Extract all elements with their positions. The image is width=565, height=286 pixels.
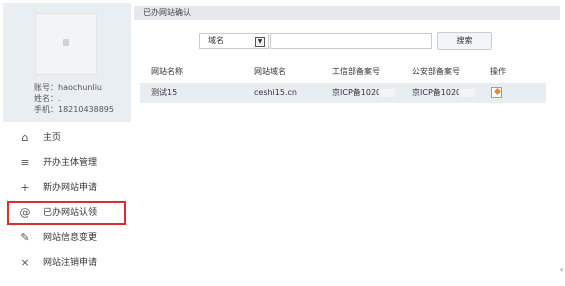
sidebar-item-label: 网站注销申请 (43, 258, 98, 268)
table-row: 测试15 ceshi15.cn 京ICP备1020 京ICP备1020 (140, 83, 546, 103)
sidebar-item-site-cancel[interactable]: × 网站注销申请 (8, 252, 132, 274)
col-miit-record: 工信部备案号 (332, 67, 380, 76)
sidebar-item-site-change[interactable]: ✎ 网站信息变更 (8, 227, 132, 249)
edit-icon: ✎ (20, 231, 30, 244)
redaction-mask (459, 88, 476, 97)
sidebar-item-label: 已办网站认领 (43, 208, 98, 218)
col-actions: 操作 (490, 67, 506, 76)
profile-phone: 手机：18210438895 (34, 105, 114, 114)
sites-table: 网站名称 网站域名 工信部备案号 公安部备案号 操作 测试15 ceshi15.… (140, 62, 546, 103)
col-site-name: 网站名称 (151, 67, 183, 76)
sidebar-menu: ⌂ 主页 ≡ 开办主体管理 + 新办网站申请 @ 已办网站认领 ✎ 网站信息变更… (7, 127, 132, 277)
sidebar-item-label: 主页 (43, 133, 62, 143)
sidebar-item-label: 开办主体管理 (43, 158, 98, 168)
search-button[interactable]: 搜索 (437, 32, 492, 50)
table-header: 网站名称 网站域名 工信部备案号 公安部备案号 操作 (140, 62, 546, 82)
sidebar-item-entity-management[interactable]: ≡ 开办主体管理 (8, 152, 132, 174)
sidebar-item-claim-site[interactable]: @ 已办网站认领 (7, 201, 126, 225)
dropdown-arrow-icon[interactable]: ▼ (255, 37, 265, 47)
profile-account: 账号：haochunliu (34, 83, 102, 92)
profile-card: 账号：haochunliu 姓名：. 手机：18210438895 (3, 3, 131, 122)
cell-site-name: 测试15 (151, 88, 178, 97)
close-icon: × (20, 256, 30, 269)
sidebar-item-home[interactable]: ⌂ 主页 (8, 127, 132, 149)
cell-mps-record: 京ICP备1020 (412, 83, 476, 103)
sidebar: 账号：haochunliu 姓名：. 手机：18210438895 ⌂ 主页 ≡… (0, 0, 134, 286)
redaction-mask (379, 88, 396, 97)
col-mps-record: 公安部备案号 (412, 67, 460, 76)
col-site-domain: 网站域名 (254, 67, 286, 76)
chevron-left-icon: ‹ (560, 265, 564, 274)
home-icon: ⌂ (21, 131, 29, 144)
at-icon: @ (19, 206, 31, 219)
list-icon: ≡ (20, 156, 30, 169)
main-content: 已办网站确认 域名 ▼ 搜索 网站名称 网站域名 工信部备案号 公安部备案号 操… (134, 0, 560, 286)
avatar-placeholder-icon (63, 39, 69, 46)
profile-name: 姓名：. (34, 94, 61, 103)
plus-icon: + (20, 181, 30, 194)
profile-info: 账号：haochunliu 姓名：. 手机：18210438895 (34, 82, 114, 115)
search-bar: 域名 ▼ 搜索 (134, 32, 560, 50)
cell-site-domain: ceshi15.cn (254, 88, 297, 97)
search-type-value: 域名 (208, 36, 224, 45)
page-title: 已办网站确认 (134, 6, 560, 20)
search-input[interactable] (270, 33, 432, 49)
avatar (35, 13, 97, 75)
sidebar-item-new-site-application[interactable]: + 新办网站申请 (8, 177, 132, 199)
sidebar-item-label: 网站信息变更 (43, 233, 98, 243)
edit-icon[interactable] (491, 87, 502, 98)
cell-miit-record: 京ICP备1020 (332, 83, 396, 103)
search-type-select[interactable]: 域名 ▼ (199, 33, 269, 49)
sidebar-item-label: 新办网站申请 (43, 183, 98, 193)
